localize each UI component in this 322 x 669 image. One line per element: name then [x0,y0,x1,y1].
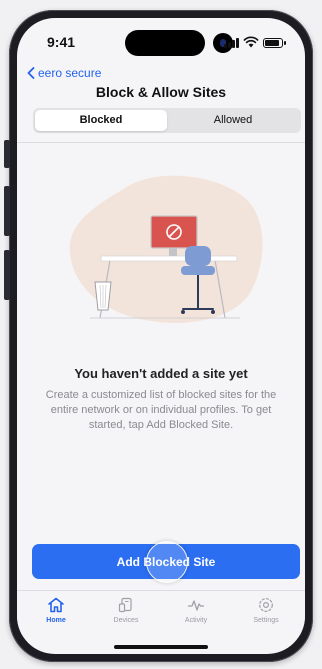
back-button-label: eero secure [38,66,102,80]
tab-devices[interactable]: Devices [96,597,156,624]
chevron-left-icon [27,67,35,79]
tab-settings-label: Settings [253,617,279,624]
header-divider [17,142,305,143]
status-bar: 9:41 [17,18,305,62]
dynamic-island [125,30,205,56]
battery-icon [263,38,286,48]
desk-top [100,255,238,262]
empty-desk-illustration [69,175,263,323]
status-icons [224,36,286,48]
tab-activity-label: Activity [184,617,208,624]
chair-seat [181,266,215,275]
page-title: Block & Allow Sites [95,84,227,100]
volume-down-button [4,250,10,300]
home-icon [48,597,64,613]
tab-settings[interactable]: Settings [236,597,296,624]
touch-indicator [146,541,188,583]
wifi-icon [243,36,259,48]
app-screen: 9:41 eero secure Block & Allow Sites Blo… [17,18,305,654]
settings-icon [259,598,273,612]
cellular-signal-icon [224,38,239,48]
tab-home[interactable]: Home [26,597,86,624]
tab-allowed[interactable]: Allowed [167,110,299,131]
volume-up-button [4,186,10,236]
tab-devices-label: Devices [113,617,139,624]
tab-home-label: Home [46,617,66,624]
chair-wheel-left [181,310,185,314]
action-button [4,140,10,168]
empty-state-title: You haven't added a site yet [74,366,248,381]
chair-back [185,246,211,266]
blocked-allowed-segmented-control: Blocked Allowed [33,108,301,133]
devices-icon [118,597,132,613]
status-time: 9:41 [47,34,76,50]
home-indicator [114,645,208,649]
bottom-tab-bar: Home Devices Activity Settings [17,590,305,635]
back-button[interactable]: eero secure [27,66,101,80]
empty-state-description: Create a customized list of blocked site… [45,389,277,431]
activity-icon [187,600,205,611]
chair-wheel-right [211,310,215,314]
tab-activity[interactable]: Activity [166,597,226,624]
tab-blocked[interactable]: Blocked [35,110,167,131]
